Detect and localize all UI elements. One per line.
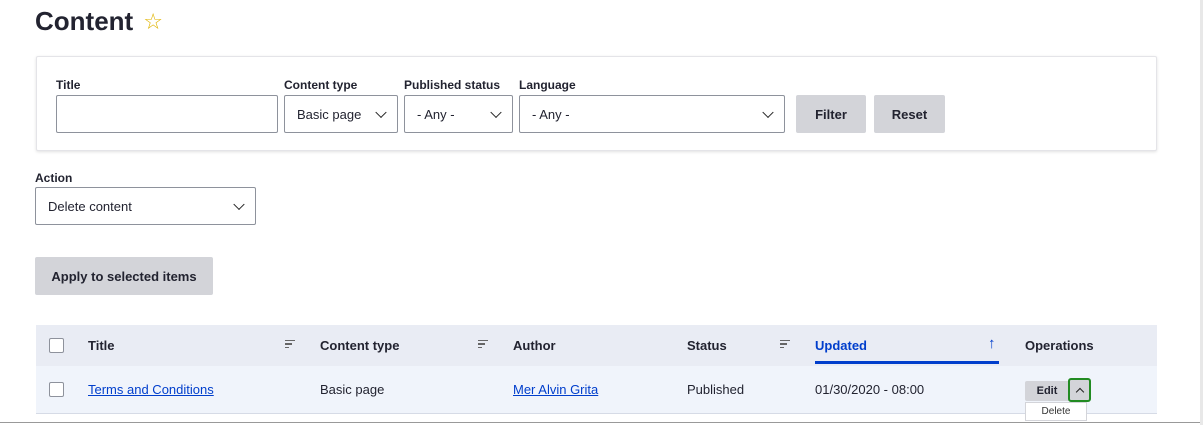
action-label: Action bbox=[35, 171, 73, 185]
content-type-value: Basic page bbox=[297, 106, 362, 122]
published-status-select[interactable]: - Any - bbox=[404, 95, 513, 133]
row-title-link[interactable]: Terms and Conditions bbox=[88, 382, 214, 397]
language-label: Language bbox=[519, 78, 576, 92]
active-sort-underline bbox=[815, 361, 999, 364]
chevron-down-icon bbox=[375, 106, 387, 119]
header-operations: Operations bbox=[1025, 338, 1094, 353]
header-title[interactable]: Title bbox=[88, 338, 115, 353]
sort-icon[interactable] bbox=[780, 340, 790, 348]
apply-to-selected-button[interactable]: Apply to selected items bbox=[35, 257, 213, 295]
header-updated[interactable]: Updated bbox=[815, 338, 867, 353]
language-value: - Any - bbox=[532, 106, 570, 122]
sort-icon[interactable] bbox=[285, 340, 295, 348]
row-checkbox[interactable] bbox=[49, 382, 64, 397]
edit-button[interactable]: Edit bbox=[1025, 381, 1069, 401]
select-all-checkbox[interactable] bbox=[49, 338, 64, 353]
header-status[interactable]: Status bbox=[687, 338, 727, 353]
star-icon[interactable]: ☆ bbox=[143, 9, 163, 35]
action-select[interactable]: Delete content bbox=[35, 187, 256, 225]
published-status-label: Published status bbox=[404, 78, 501, 92]
sort-icon[interactable] bbox=[478, 340, 488, 348]
reset-button[interactable]: Reset bbox=[874, 95, 945, 133]
chevron-down-icon bbox=[762, 106, 774, 119]
published-status-value: - Any - bbox=[417, 106, 455, 122]
row-updated: 01/30/2020 - 08:00 bbox=[815, 382, 925, 397]
operations-toggle-button[interactable] bbox=[1068, 378, 1091, 402]
language-select[interactable]: - Any - bbox=[519, 95, 785, 133]
row-status: Published bbox=[687, 382, 745, 397]
filter-button[interactable]: Filter bbox=[796, 95, 866, 133]
page-title-text: Content bbox=[35, 6, 134, 36]
title-filter-input[interactable] bbox=[56, 95, 278, 133]
chevron-down-icon bbox=[233, 198, 245, 211]
row-content-type: Basic page bbox=[320, 382, 385, 397]
header-content-type[interactable]: Content type bbox=[320, 338, 399, 353]
header-author[interactable]: Author bbox=[513, 338, 556, 353]
content-type-select[interactable]: Basic page bbox=[284, 95, 398, 133]
table-header: Title Content type Author Status Updated… bbox=[36, 325, 1157, 366]
chevron-down-icon bbox=[490, 106, 502, 119]
title-filter-label: Title bbox=[56, 78, 81, 92]
row-author-link[interactable]: Mer Alvin Grita bbox=[513, 382, 598, 397]
divider bbox=[0, 422, 1203, 423]
action-value: Delete content bbox=[48, 198, 132, 214]
delete-menu-item[interactable]: Delete bbox=[1025, 402, 1087, 421]
arrow-up-icon[interactable]: ↑ bbox=[988, 335, 996, 352]
chevron-up-icon bbox=[1075, 387, 1084, 397]
page-title: Content ☆ bbox=[35, 6, 163, 37]
content-type-label: Content type bbox=[284, 78, 358, 92]
filter-panel: Title Content type Basic page Published … bbox=[36, 56, 1157, 151]
table-row: Terms and Conditions Basic page Mer Alvi… bbox=[36, 366, 1157, 421]
